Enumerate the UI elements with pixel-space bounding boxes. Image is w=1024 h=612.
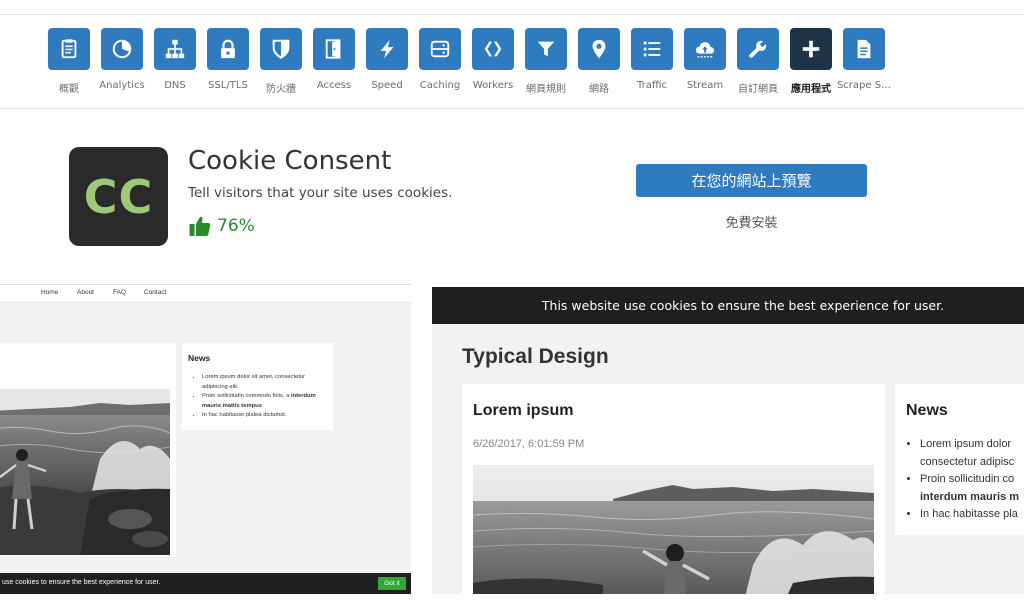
nav-tile-ssl-tls (207, 28, 249, 70)
plus-icon (802, 40, 820, 58)
demo-cookie-banner: This website use cookies to ensure the b… (432, 287, 1024, 324)
list-item-text: Lorem ipsum dolor (920, 438, 1012, 450)
demo-article-title: Lorem ipsum (473, 402, 574, 419)
demo-got-it-button: Got it (378, 577, 406, 590)
list-item: In hac habitasse platea dictumst. (202, 411, 332, 421)
list-item-text: Proin sollicitudin commodo felis, a (202, 393, 290, 399)
nav-tile-overview (48, 28, 90, 70)
nav-tile-firewall (260, 28, 302, 70)
nav-label: Scrape S… (836, 80, 892, 91)
app-logo-text: CC (83, 169, 154, 224)
demo-site-nav: Home About FAQ Contact (0, 285, 411, 303)
free-install-text: 免費安裝 (725, 216, 778, 231)
demo-nav-home: Home (41, 289, 59, 296)
list-item: Proin sollicitudin co interdum mauris m (920, 471, 1024, 506)
demo-news-list: Lorem ipsum dolor sit amet, consectetur … (196, 373, 332, 421)
list-item: Lorem ipsum dolor consectetur adipisc (920, 436, 1024, 471)
demo-nav-about: About (77, 289, 94, 296)
app-logo: CC (69, 147, 168, 246)
nav-tile-workers (472, 28, 514, 70)
demo-article-card (0, 343, 176, 557)
preview-screenshot-small: Home About FAQ Contact News • Lorem ipsu… (0, 284, 411, 594)
app-description: Tell visitors that your site uses cookie… (188, 185, 453, 201)
nav-tile-analytics (101, 28, 143, 70)
nav-tile-page-rules (525, 28, 567, 70)
analytics-icon (112, 39, 132, 59)
demo-cookie-bar-text: use cookies to ensure the best experienc… (2, 579, 161, 586)
storage-icon (430, 40, 450, 58)
list-icon (643, 41, 661, 57)
app-title: Cookie Consent (188, 146, 392, 176)
nav-tile-speed (366, 28, 408, 70)
door-icon (325, 39, 341, 59)
thumbs-up-icon (189, 216, 211, 236)
nav-tile-traffic (631, 28, 673, 70)
list-item-text: In hac habitasse pla (920, 508, 1018, 520)
app-nav-bar: 概觀 Analytics DNS SSL/TLS 防火牆 Access Spee… (0, 15, 1024, 109)
shield-icon (272, 39, 290, 59)
list-item-text: consectetur adipisc (920, 455, 1015, 468)
nav-tile-dns (154, 28, 196, 70)
app-rating: 76% (188, 214, 255, 238)
nav-tile-network (578, 28, 620, 70)
dns-icon (165, 39, 185, 59)
demo-news-title: News (188, 353, 211, 363)
location-pin-icon (592, 39, 606, 59)
demo-news-card: News Lorem ipsum dolor sit amet, consect… (182, 343, 333, 430)
overview-icon (61, 39, 77, 59)
list-item: Lorem ipsum dolor sit amet, consectetur … (202, 373, 332, 392)
preview-screenshot-large: This website use cookies to ensure the b… (432, 287, 1024, 594)
cloud-upload-icon (695, 42, 715, 58)
nav-tile-apps (790, 28, 832, 70)
demo-article-date: 6/26/2017, 6:01:59 PM (473, 438, 585, 450)
preview-on-site-button[interactable]: 在您的網站上預覽 (636, 164, 867, 197)
filter-icon (537, 41, 555, 57)
rating-percent: 76% (217, 216, 255, 236)
list-item-bold: interdum mauris m (920, 490, 1020, 503)
document-icon (857, 39, 871, 59)
demo-beach-photo (473, 465, 874, 594)
nav-item-scrape-shield[interactable]: Scrape S… (833, 28, 895, 91)
demo-cookie-bar: use cookies to ensure the best experienc… (0, 573, 411, 594)
wrench-icon (749, 40, 767, 58)
nav-tile-custom-pages (737, 28, 779, 70)
workers-icon (484, 41, 502, 57)
nav-tile-scrape-shield (843, 28, 885, 70)
list-item: In hac habitasse pla (920, 506, 1024, 524)
demo-cookie-banner-text: This website use cookies to ensure the b… (541, 298, 945, 313)
demo-nav-faq: FAQ (113, 289, 127, 296)
demo-nav-contact: Contact (144, 289, 167, 296)
lightning-icon (380, 39, 394, 59)
nav-tile-stream (684, 28, 726, 70)
demo-news-title: News (906, 402, 948, 419)
demo-article-card: Lorem ipsum 6/26/2017, 6:01:59 PM (462, 384, 885, 594)
demo-news-card: News Lorem ipsum dolor consectetur adipis… (895, 384, 1024, 535)
lock-icon (221, 39, 235, 59)
demo-page-heading: Typical Design (462, 345, 609, 368)
list-item: Proin sollicitudin commodo felis, a inte… (202, 392, 332, 411)
list-item-text: Proin sollicitudin co (920, 473, 1015, 485)
demo-beach-photo (0, 389, 170, 555)
demo-news-list: Lorem ipsum dolor consectetur adipisc Pro… (907, 436, 1024, 524)
nav-tile-caching (419, 28, 461, 70)
nav-tile-access (313, 28, 355, 70)
